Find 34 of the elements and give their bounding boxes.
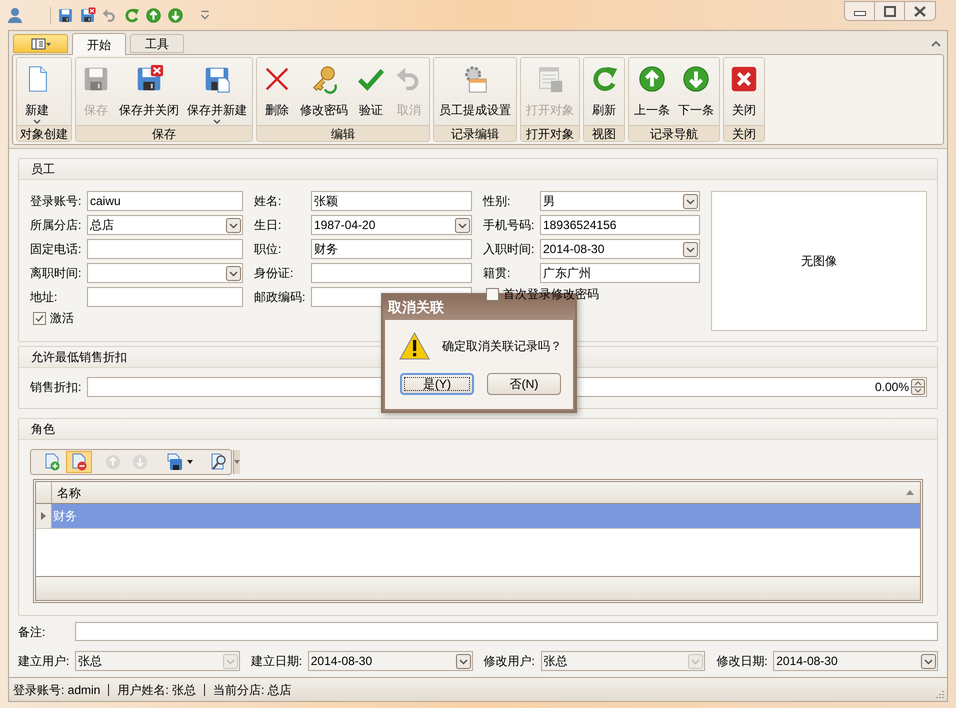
field-label: 职位:	[254, 241, 282, 258]
group-title: 角色	[19, 419, 937, 440]
status-text: 用户姓名: 张总	[117, 682, 196, 698]
field-label: 性别:	[483, 193, 512, 210]
group-label: 视图	[584, 125, 624, 141]
field-label: 备注:	[18, 624, 46, 640]
field-label: 籍贯:	[483, 265, 512, 282]
field-label: 姓名:	[254, 193, 282, 210]
field-label: 手机号码:	[483, 217, 536, 234]
field-label: 固定电话:	[30, 241, 82, 258]
field-label: 身份证:	[254, 265, 294, 282]
group-label: 记录导航	[629, 125, 719, 141]
group-label: 关闭	[724, 125, 764, 141]
group-label: 打开对象	[521, 125, 579, 141]
group-label: 保存	[76, 125, 252, 141]
field-label: 邮政编码:	[254, 289, 306, 306]
field-label: 建立用户:	[18, 653, 70, 670]
field-label: 修改用户:	[484, 653, 536, 670]
photo-placeholder-text: 无图像	[801, 253, 837, 270]
group-label: 编辑	[257, 125, 429, 141]
field-label: 建立日期:	[250, 653, 304, 670]
field-label: 地址:	[30, 289, 58, 306]
status-text: 登录账号: admin	[13, 682, 100, 698]
field-label: 修改日期:	[716, 653, 769, 670]
field-label: 入职时间:	[483, 241, 536, 258]
field-label: 登录账号:	[30, 193, 82, 210]
field-label: 所属分店:	[30, 217, 82, 234]
status-text: 当前分店: 总店	[213, 682, 292, 698]
group-title: 员工	[19, 159, 937, 180]
field-label: 销售折扣:	[30, 379, 82, 396]
group-label: 记录编辑	[434, 125, 516, 141]
field-label: 生日:	[254, 217, 282, 234]
group-label: 对象创建	[17, 125, 71, 141]
field-label: 离职时间:	[30, 265, 82, 282]
